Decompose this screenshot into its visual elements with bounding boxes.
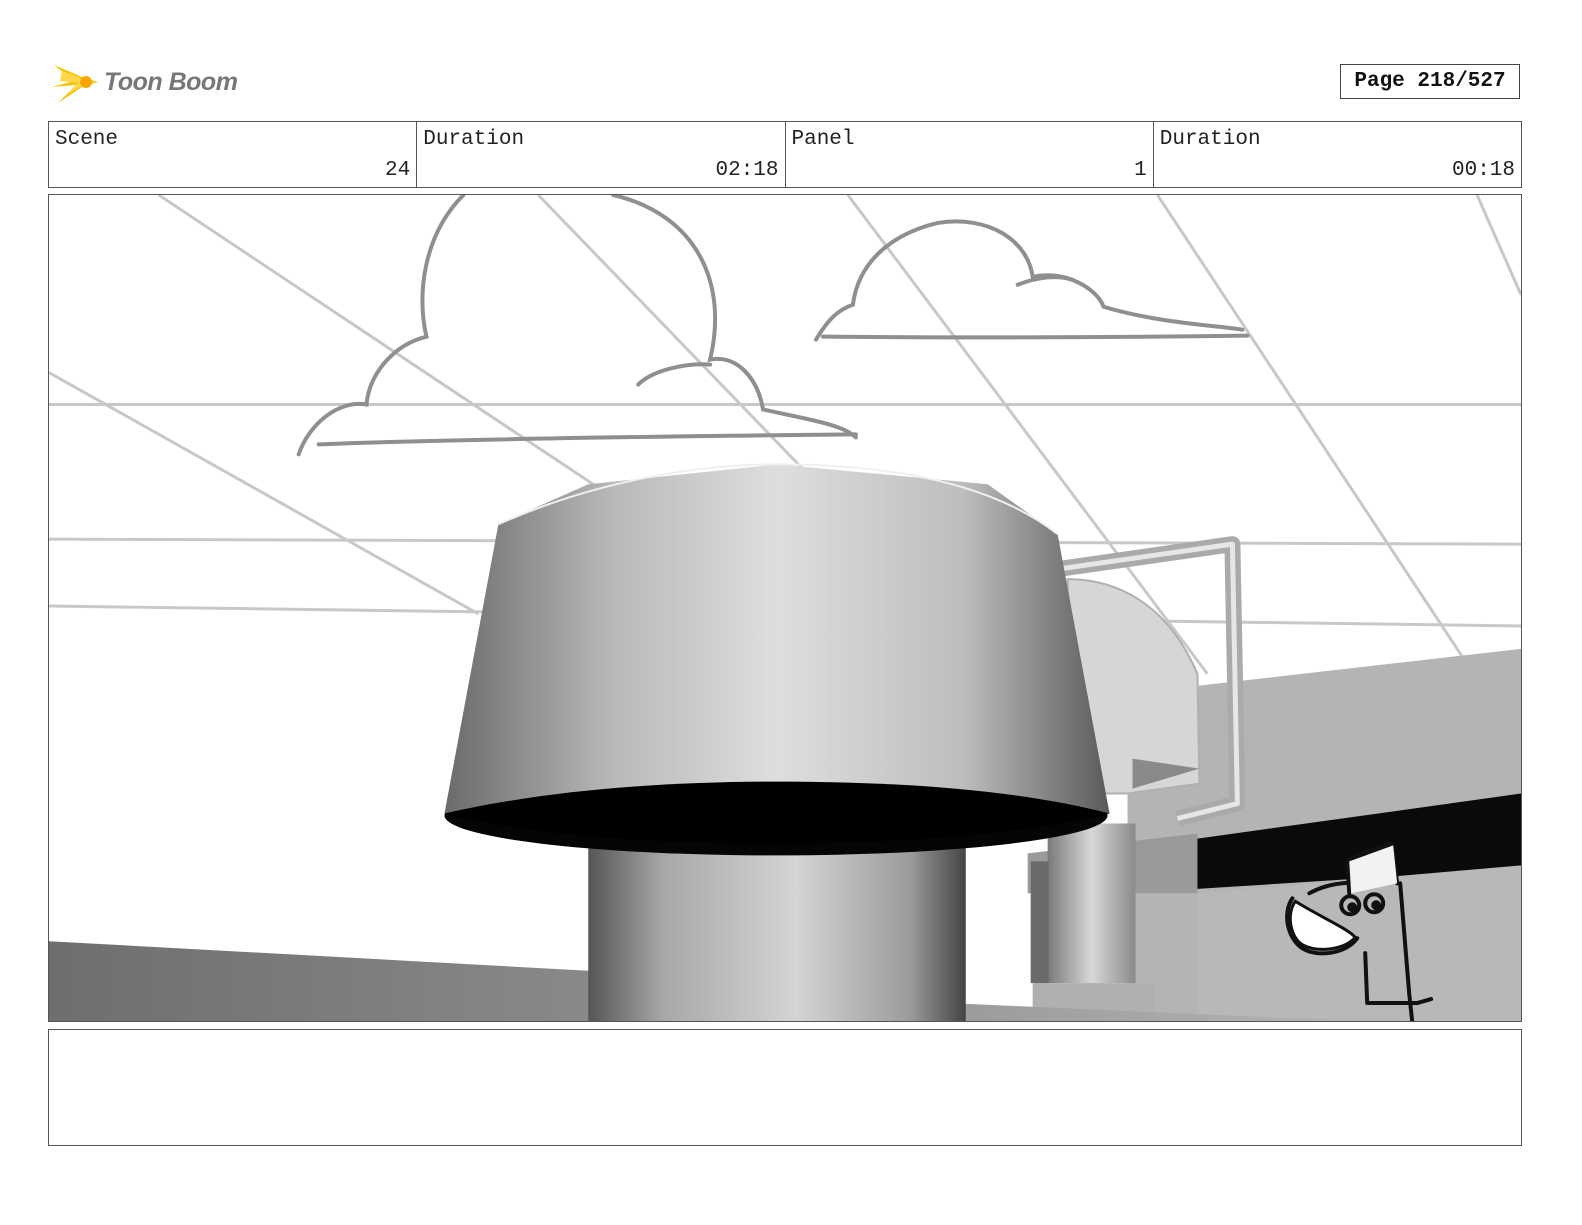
panel-value: 1: [1134, 159, 1147, 182]
scene-duration-label: Duration: [423, 128, 525, 151]
panel-duration-value: 00:18: [1451, 159, 1515, 182]
scene-duration-cell: Duration 02:18: [417, 122, 786, 187]
panel-duration-cell: Duration 00:18: [1154, 122, 1521, 187]
panel-notes: [48, 1029, 1522, 1146]
logo-text: Toon Boom: [104, 67, 238, 96]
page-number: Page 218/527: [1340, 64, 1520, 99]
panel-cell: Panel 1: [786, 122, 1154, 187]
starburst-icon: [52, 65, 98, 103]
toon-boom-logo: Toon Boom: [52, 56, 252, 108]
panel-duration-label: Duration: [1159, 128, 1261, 151]
scene-duration-value: 02:18: [715, 159, 779, 182]
scene-cell: Scene 24: [49, 122, 418, 187]
scene-value: 24: [385, 159, 411, 182]
scene-info-table: Scene 24 Duration 02:18 Panel 1 Duration…: [48, 121, 1522, 188]
storyboard-panel-image: [48, 194, 1522, 1022]
scene-label: Scene: [55, 128, 119, 151]
panel-label: Panel: [791, 128, 855, 151]
panel-drawing: [49, 195, 1521, 1021]
